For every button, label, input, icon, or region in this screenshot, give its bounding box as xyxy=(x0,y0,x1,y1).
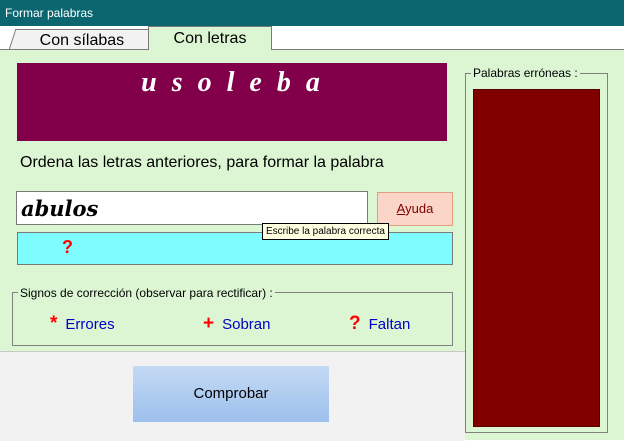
sign-extra-label: Sobran xyxy=(222,316,271,333)
tab-syllables-label: Con sílabas xyxy=(39,32,124,49)
help-accesskey: A xyxy=(396,201,406,216)
question-icon: ? xyxy=(349,313,361,334)
wrong-words-list[interactable] xyxy=(473,89,600,427)
tab-strip: Con sílabas Con letras xyxy=(0,26,624,50)
window-title: Formar palabras xyxy=(0,0,624,26)
asterisk-icon: * xyxy=(50,313,58,334)
sign-errors: * Errores xyxy=(50,313,115,335)
sign-missing-label: Faltan xyxy=(368,316,411,333)
help-button[interactable]: Ayuda xyxy=(377,192,453,226)
help-label-rest: yuda xyxy=(405,201,434,216)
feedback-missing-marker: ? xyxy=(62,237,73,257)
wrong-words-legend: Palabras erróneas : xyxy=(471,66,580,80)
signs-legend: Signos de corrección (observar para rect… xyxy=(18,286,275,300)
tab-letters[interactable]: Con letras xyxy=(148,26,272,50)
instruction-text: Ordena las letras anteriores, para forma… xyxy=(20,154,384,171)
plus-icon: + xyxy=(203,313,215,334)
answer-input[interactable] xyxy=(16,191,368,225)
sign-extra: + Sobran xyxy=(203,313,270,335)
scrambled-letters: usoleba xyxy=(17,63,447,141)
sign-errors-label: Errores xyxy=(65,316,115,333)
check-button[interactable]: Comprobar xyxy=(133,366,329,422)
sign-missing: ? Faltan xyxy=(349,313,410,335)
tab-syllables[interactable]: Con sílabas xyxy=(8,29,156,50)
answer-tooltip: Escribe la palabra correcta xyxy=(262,223,389,240)
